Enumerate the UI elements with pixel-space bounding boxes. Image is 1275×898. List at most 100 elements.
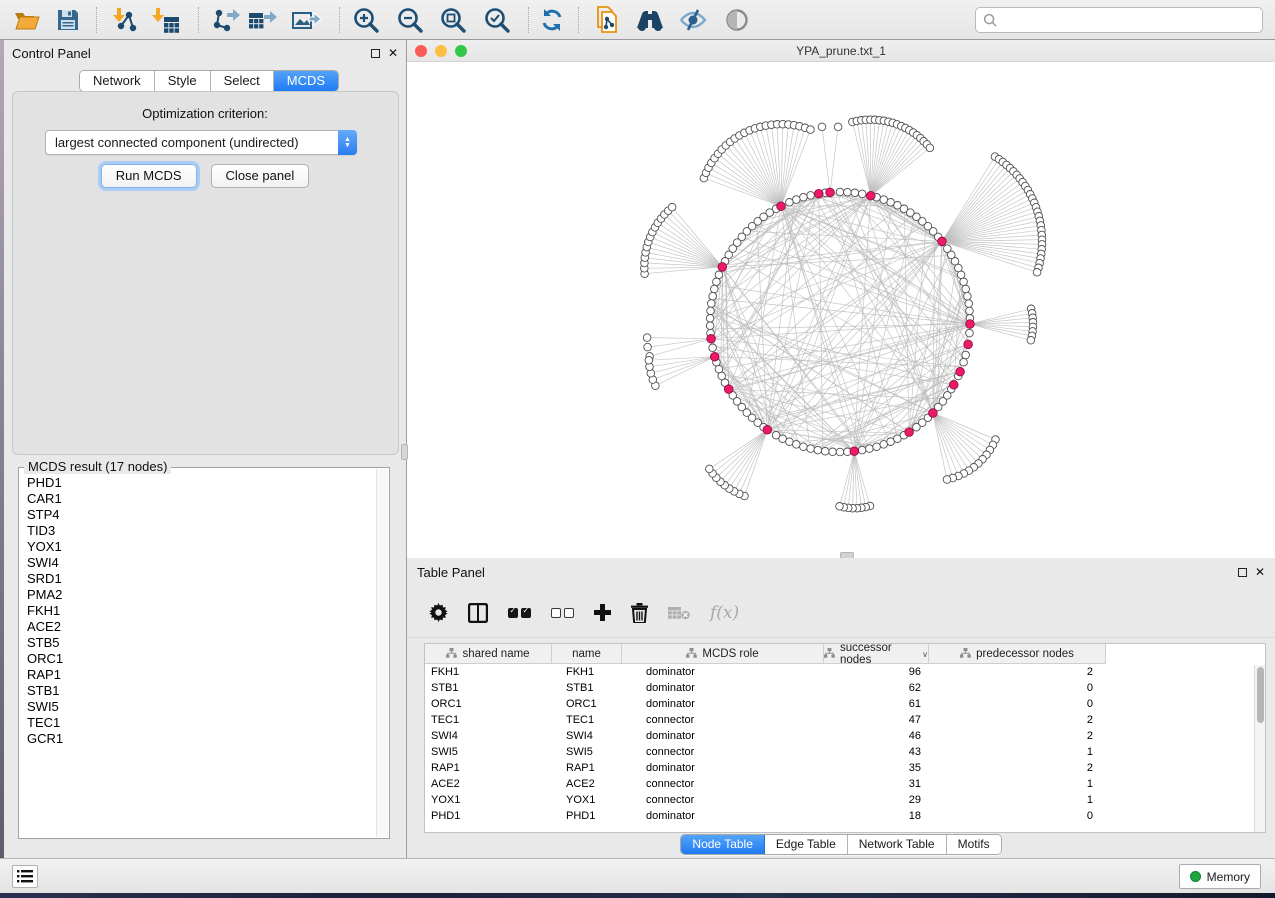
run-mcds-button[interactable]: Run MCDS	[101, 164, 197, 188]
network-node[interactable]	[800, 443, 808, 451]
table-cell[interactable]: dominator	[622, 666, 824, 678]
network-node[interactable]	[807, 126, 815, 134]
table-cell[interactable]: 1	[929, 778, 1106, 790]
network-node[interactable]	[858, 446, 866, 454]
column-header-MCDS-role[interactable]: MCDS role	[622, 644, 824, 664]
column-header-predecessor-nodes[interactable]: predecessor nodes	[929, 644, 1106, 664]
column-header-name[interactable]: name	[552, 644, 622, 664]
tab-select[interactable]: Select	[211, 71, 274, 91]
table-cell[interactable]: STB1	[552, 682, 622, 694]
network-node[interactable]	[821, 447, 829, 455]
network-node[interactable]	[962, 285, 970, 293]
network-hub-node[interactable]	[905, 428, 914, 437]
table-row[interactable]: ORC1ORC1dominator610	[425, 696, 1265, 712]
network-node[interactable]	[829, 448, 837, 456]
add-column-icon[interactable]	[594, 604, 611, 621]
table-cell[interactable]: SWI5	[552, 746, 622, 758]
network-node[interactable]	[962, 351, 970, 359]
task-history-button[interactable]	[12, 865, 38, 888]
network-node[interactable]	[713, 278, 721, 286]
mcds-result-item[interactable]: SWI5	[27, 699, 376, 715]
criterion-select[interactable]: largest connected component (undirected)…	[45, 130, 357, 155]
table-cell[interactable]: 2	[929, 714, 1106, 726]
table-cell[interactable]: ACE2	[552, 778, 622, 790]
tab-mcds[interactable]: MCDS	[274, 71, 338, 91]
network-node[interactable]	[965, 300, 973, 308]
delete-column-icon[interactable]	[631, 601, 648, 625]
tab-edge-table[interactable]: Edge Table	[765, 835, 848, 854]
table-row[interactable]: PHD1PHD1dominator180	[425, 808, 1265, 824]
import-table-icon[interactable]	[151, 6, 181, 34]
table-cell[interactable]: 0	[929, 810, 1106, 822]
table-row[interactable]: YOX1YOX1connector291	[425, 792, 1265, 808]
table-cell[interactable]: 1	[929, 794, 1106, 806]
network-node[interactable]	[715, 271, 723, 279]
network-hub-node[interactable]	[966, 320, 975, 329]
network-hub-node[interactable]	[964, 340, 973, 349]
table-cell[interactable]: connector	[622, 794, 824, 806]
network-hub-node[interactable]	[956, 367, 965, 376]
table-cell[interactable]: dominator	[622, 762, 824, 774]
network-hub-node[interactable]	[938, 237, 947, 246]
mcds-result-item[interactable]: STP4	[27, 507, 376, 523]
network-node[interactable]	[711, 285, 719, 293]
mcds-result-item[interactable]: ORC1	[27, 651, 376, 667]
table-cell[interactable]: dominator	[622, 698, 824, 710]
network-node[interactable]	[836, 448, 844, 456]
table-cell[interactable]: connector	[622, 746, 824, 758]
network-hub-node[interactable]	[867, 191, 876, 200]
mcds-result-item[interactable]: YOX1	[27, 539, 376, 555]
float-panel-icon[interactable]	[371, 49, 380, 58]
network-node[interactable]	[960, 278, 968, 286]
clone-network-icon[interactable]	[593, 6, 623, 34]
mcds-result-item[interactable]: CAR1	[27, 491, 376, 507]
network-node[interactable]	[873, 443, 881, 451]
table-cell[interactable]: 2	[929, 762, 1106, 774]
table-cell[interactable]: 47	[824, 714, 929, 726]
zoom-out-icon[interactable]	[394, 6, 424, 34]
network-hub-node[interactable]	[777, 202, 786, 211]
table-cell[interactable]: FKH1	[552, 666, 622, 678]
network-node[interactable]	[807, 192, 815, 200]
network-node[interactable]	[818, 123, 826, 131]
table-cell[interactable]: connector	[622, 714, 824, 726]
network-node[interactable]	[807, 445, 815, 453]
network-node[interactable]	[944, 245, 952, 253]
table-cell[interactable]: SWI4	[552, 730, 622, 742]
table-cell[interactable]: YOX1	[552, 794, 622, 806]
table-cell[interactable]: ORC1	[552, 698, 622, 710]
column-view-icon[interactable]	[468, 601, 488, 625]
table-cell[interactable]: 1	[929, 746, 1106, 758]
table-cell[interactable]: SWI4	[425, 730, 552, 742]
network-node[interactable]	[706, 465, 714, 473]
table-cell[interactable]: 46	[824, 730, 929, 742]
table-scrollbar-thumb[interactable]	[1257, 667, 1264, 723]
memory-button[interactable]: Memory	[1179, 864, 1261, 889]
zoom-in-icon[interactable]	[350, 6, 380, 34]
table-row[interactable]: SWI5SWI5connector431	[425, 744, 1265, 760]
network-node[interactable]	[793, 441, 801, 449]
network-hub-node[interactable]	[950, 381, 959, 390]
tab-network[interactable]: Network	[80, 71, 155, 91]
network-node[interactable]	[966, 329, 974, 337]
search-field[interactable]	[975, 7, 1263, 33]
tab-motifs[interactable]: Motifs	[947, 835, 1001, 854]
table-cell[interactable]: connector	[622, 778, 824, 790]
table-cell[interactable]: 43	[824, 746, 929, 758]
table-cell[interactable]: 0	[929, 698, 1106, 710]
table-cell[interactable]: PHD1	[425, 810, 552, 822]
refresh-icon[interactable]	[537, 6, 567, 34]
show-hide-panel-icon[interactable]	[722, 6, 752, 34]
network-node[interactable]	[709, 292, 717, 300]
float-panel-icon[interactable]	[1238, 568, 1247, 577]
network-hub-node[interactable]	[826, 188, 835, 197]
network-node[interactable]	[708, 300, 716, 308]
mcds-result-item[interactable]: SRD1	[27, 571, 376, 587]
table-cell[interactable]: 29	[824, 794, 929, 806]
table-cell[interactable]: 18	[824, 810, 929, 822]
mcds-result-item[interactable]: ACE2	[27, 619, 376, 635]
table-cell[interactable]: dominator	[622, 730, 824, 742]
search-input[interactable]	[998, 10, 1262, 30]
network-canvas[interactable]	[407, 62, 1275, 558]
save-session-icon[interactable]	[53, 6, 83, 34]
